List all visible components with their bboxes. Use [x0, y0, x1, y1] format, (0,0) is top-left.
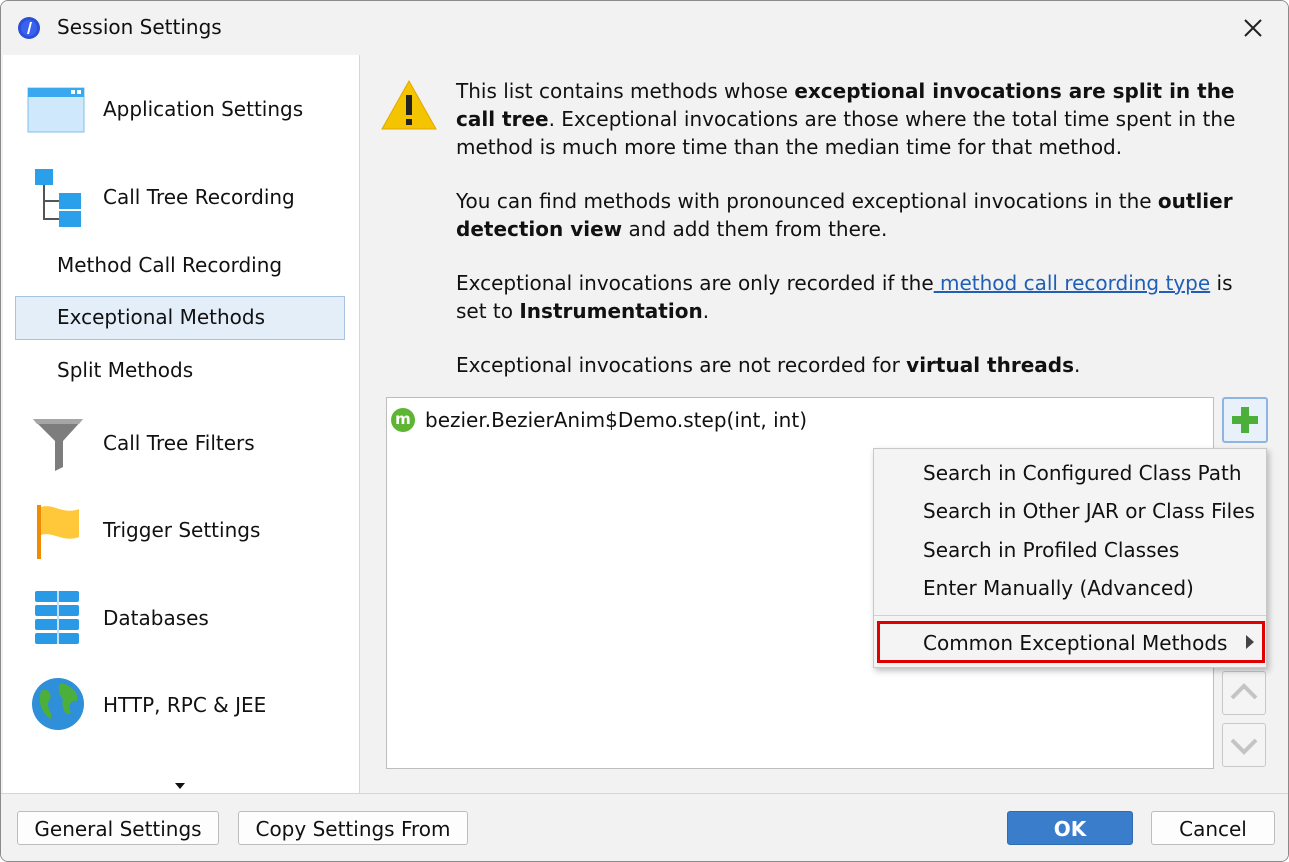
globe-icon [32, 678, 84, 730]
sidebar-item-split-methods[interactable]: Split Methods [3, 351, 359, 391]
sidebar-item-http-rpc-jee[interactable]: HTTP, RPC & JEE [3, 669, 359, 743]
method-call-recording-type-link[interactable]: method call recording type [934, 271, 1210, 295]
menu-item-search-profiled-classes[interactable]: Search in Profiled Classes [923, 538, 1179, 562]
exceptional-methods-panel: This list contains methods whose excepti… [360, 55, 1288, 793]
menu-item-search-jar-files[interactable]: Search in Other JAR or Class Files [923, 499, 1255, 523]
settings-sidebar: Application Settings Call Tree Recording… [3, 55, 360, 793]
database-icon [35, 591, 79, 644]
sidebar-item-label: Application Settings [103, 97, 304, 121]
sidebar-item-call-tree-recording[interactable]: Call Tree Recording [3, 163, 359, 233]
sidebar-item-call-tree-filters[interactable]: Call Tree Filters [3, 405, 359, 479]
dialog-footer: General Settings Copy Settings From OK C… [1, 793, 1288, 861]
plus-icon [1232, 407, 1258, 433]
sidebar-item-application-settings[interactable]: Application Settings [3, 75, 359, 145]
sidebar-item-label: Exceptional Methods [57, 305, 266, 329]
application-settings-icon [27, 87, 85, 133]
title-bar: Session Settings [1, 1, 1288, 55]
sidebar-item-trigger-settings[interactable]: Trigger Settings [3, 493, 359, 567]
menu-separator [874, 615, 1266, 616]
method-icon: m [391, 408, 415, 432]
sidebar-item-label: Method Call Recording [57, 253, 283, 277]
menu-item-common-exceptional-methods[interactable]: Common Exceptional Methods [923, 631, 1227, 655]
sidebar-item-label: Call Tree Filters [103, 431, 255, 455]
chevron-up-icon [1230, 683, 1258, 700]
sidebar-item-method-call-recording[interactable]: Method Call Recording [3, 245, 359, 285]
sidebar-scroll-down-icon[interactable] [175, 783, 185, 789]
description-paragraph-2: You can find methods with pronounced exc… [456, 189, 1233, 241]
move-up-button[interactable] [1222, 671, 1266, 715]
add-methods-popup-menu: Search in Configured Class Path Search i… [873, 448, 1267, 668]
list-item-text: bezier.BezierAnim$Demo.step(int, int) [425, 408, 807, 432]
chevron-down-icon [1230, 738, 1258, 755]
close-icon[interactable] [1238, 13, 1268, 43]
flag-icon [37, 505, 79, 559]
ok-button[interactable]: OK [1007, 811, 1133, 845]
funnel-icon [33, 419, 83, 471]
description-paragraph-1: This list contains methods whose excepti… [456, 79, 1236, 159]
session-settings-dialog: Session Settings Application Settings Ca… [0, 0, 1289, 862]
sidebar-item-label: Split Methods [57, 358, 194, 382]
add-button[interactable] [1222, 397, 1268, 443]
warning-icon [381, 79, 437, 130]
sidebar-item-exceptional-methods[interactable]: Exceptional Methods [3, 297, 359, 337]
sidebar-item-label: HTTP, RPC & JEE [103, 693, 267, 717]
app-icon [18, 17, 40, 39]
menu-item-enter-manually[interactable]: Enter Manually (Advanced) [923, 576, 1194, 600]
description-paragraph-4: Exceptional invocations are not recorded… [456, 353, 1081, 377]
copy-settings-button[interactable]: Copy Settings From [238, 811, 468, 845]
call-tree-icon [35, 169, 81, 227]
cancel-button[interactable]: Cancel [1151, 811, 1275, 845]
move-down-button[interactable] [1222, 723, 1266, 767]
sidebar-item-label: Trigger Settings [103, 518, 261, 542]
sidebar-item-label: Call Tree Recording [103, 185, 295, 209]
window-title: Session Settings [57, 15, 222, 39]
menu-item-search-class-path[interactable]: Search in Configured Class Path [923, 461, 1242, 485]
general-settings-button[interactable]: General Settings [17, 811, 219, 845]
submenu-arrow-icon [1246, 635, 1254, 649]
sidebar-item-databases[interactable]: Databases [3, 581, 359, 655]
description-paragraph-3: Exceptional invocations are only recorde… [456, 271, 1233, 323]
sidebar-item-label: Databases [103, 606, 209, 630]
